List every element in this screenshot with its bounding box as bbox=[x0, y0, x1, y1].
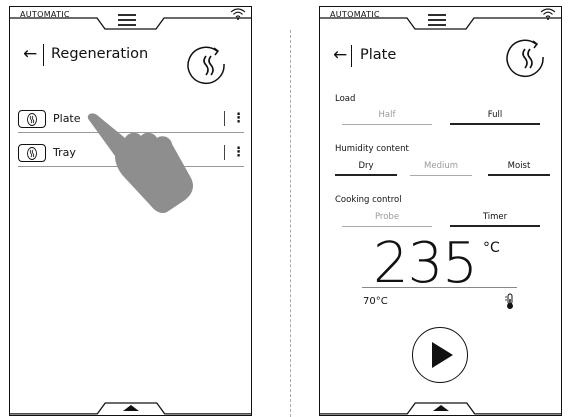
row-divider bbox=[224, 111, 226, 126]
list-item-label: Plate bbox=[53, 112, 81, 125]
probe-temperature: 70°C bbox=[363, 296, 388, 307]
play-icon bbox=[432, 342, 453, 368]
humidity-option-dry[interactable]: Dry bbox=[335, 161, 397, 171]
back-arrow-icon[interactable]: ← bbox=[23, 46, 37, 63]
humidity-label: Humidity content bbox=[335, 144, 409, 154]
plate-icon bbox=[18, 110, 46, 128]
option-underline-selected bbox=[450, 225, 540, 227]
tray-icon bbox=[18, 144, 46, 162]
option-underline bbox=[342, 124, 432, 125]
thermometer-icon bbox=[505, 293, 513, 309]
bottom-tab[interactable] bbox=[320, 393, 561, 415]
start-button[interactable] bbox=[412, 327, 468, 383]
load-label: Load bbox=[335, 94, 356, 104]
temperature-underline bbox=[362, 287, 517, 288]
menu-icon[interactable] bbox=[426, 13, 448, 27]
row-divider bbox=[224, 145, 226, 160]
more-options-icon[interactable]: ⋮ bbox=[232, 112, 245, 125]
option-underline-selected bbox=[335, 174, 397, 176]
wifi-icon bbox=[230, 8, 246, 20]
bottom-tab[interactable] bbox=[10, 393, 251, 415]
chevron-up-icon bbox=[123, 404, 139, 411]
humidity-option-moist[interactable]: Moist bbox=[488, 161, 550, 171]
hand-pointer-icon bbox=[87, 113, 193, 214]
chevron-up-icon bbox=[433, 404, 449, 411]
right-screen: AUTOMATIC ← Plate Load Half Full Humidit… bbox=[319, 6, 562, 416]
option-underline bbox=[342, 226, 432, 227]
status-bar: AUTOMATIC bbox=[10, 7, 251, 35]
cooking-option-probe[interactable]: Probe bbox=[342, 212, 432, 222]
header-divider bbox=[43, 44, 45, 66]
back-arrow-icon[interactable]: ← bbox=[333, 47, 347, 64]
option-underline bbox=[410, 175, 472, 176]
option-underline-selected bbox=[450, 123, 540, 125]
humidity-option-medium[interactable]: Medium bbox=[410, 161, 472, 171]
load-option-full[interactable]: Full bbox=[450, 110, 540, 120]
menu-icon[interactable] bbox=[116, 13, 138, 27]
status-bar: AUTOMATIC bbox=[320, 7, 561, 35]
page-title: Plate bbox=[360, 47, 397, 63]
list-item-label: Tray bbox=[53, 146, 76, 159]
cooking-control-label: Cooking control bbox=[335, 195, 402, 205]
screen-separator bbox=[290, 30, 291, 417]
temperature-unit: °C bbox=[483, 240, 500, 256]
option-underline-selected bbox=[488, 174, 550, 176]
cooking-option-timer[interactable]: Timer bbox=[450, 212, 540, 222]
regeneration-icon bbox=[187, 46, 225, 84]
load-option-half[interactable]: Half bbox=[342, 110, 432, 120]
more-options-icon[interactable]: ⋮ bbox=[232, 146, 245, 159]
regeneration-icon bbox=[506, 39, 544, 77]
page-title: Regeneration bbox=[51, 46, 149, 62]
wifi-icon bbox=[540, 8, 556, 20]
header-divider bbox=[351, 45, 353, 67]
